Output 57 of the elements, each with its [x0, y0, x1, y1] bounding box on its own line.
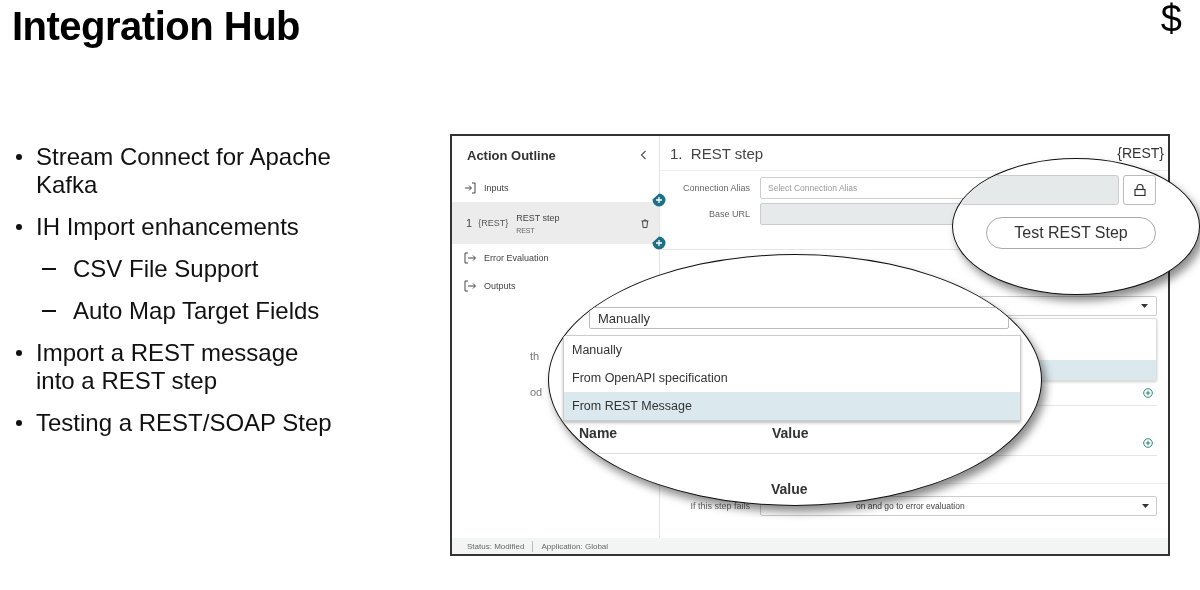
add-step-icon[interactable] — [652, 193, 666, 207]
lock-button[interactable] — [1123, 175, 1156, 205]
slide-title: Integration Hub — [12, 4, 301, 49]
bullet-text: Auto Map Target Fields — [73, 297, 320, 325]
dash-marker — [42, 310, 56, 312]
column-header: Value — [772, 425, 809, 441]
bullet-text: IH Import enhancements — [36, 213, 299, 241]
step-title: 1. REST step — [670, 144, 764, 162]
trash-icon[interactable] — [641, 218, 649, 228]
arrow-out-icon — [464, 252, 476, 264]
step-type-label: {REST} — [478, 218, 509, 228]
item-label: Error Evaluation — [484, 253, 549, 263]
step-number: 1 — [466, 217, 473, 229]
dropdown-option[interactable]: From REST Message — [564, 392, 1020, 420]
panel-title: Action Outline — [467, 147, 556, 163]
field-value: Manually — [598, 310, 651, 326]
arrow-out-icon — [464, 280, 476, 292]
field-label: Connection Alias — [681, 183, 750, 193]
dollar-symbol: $ — [1160, 0, 1182, 41]
placeholder-text: Select Connection Alias — [768, 183, 858, 193]
chevron-left-icon[interactable] — [640, 150, 647, 160]
bullet-marker — [16, 350, 22, 356]
caret-down-icon — [1141, 304, 1148, 308]
bullet-marker — [16, 154, 22, 160]
arrow-in-icon — [464, 182, 476, 194]
text-field[interactable] — [961, 175, 1119, 205]
lock-icon — [1133, 184, 1146, 196]
add-icon[interactable] — [1143, 438, 1153, 448]
column-header: Value — [771, 481, 808, 497]
bullet-text: CSV File Support — [73, 255, 259, 283]
bullet-text: Stream Connect for Apache Kafka — [36, 143, 331, 199]
column-header: Name — [579, 425, 618, 441]
status-text: Application: Global — [541, 541, 609, 551]
select-value: on and go to error evaluation — [856, 501, 965, 511]
item-label: Inputs — [484, 183, 509, 193]
bullet-marker — [16, 224, 22, 230]
caret-down-icon — [1142, 504, 1149, 508]
add-step-icon[interactable] — [652, 236, 666, 250]
step-name: REST step — [516, 212, 561, 223]
status-text: Status: Modified — [467, 541, 525, 551]
bullet-text: Testing a REST/SOAP Step — [36, 409, 332, 437]
field-label: th — [530, 350, 540, 362]
add-icon[interactable] — [1143, 388, 1153, 398]
import-method-field[interactable]: Manually — [589, 307, 1009, 329]
dropdown-option[interactable]: From OpenAPI specification — [564, 364, 1020, 392]
item-label: Outputs — [484, 281, 516, 291]
bullet-marker — [16, 420, 22, 426]
bullet-text: Import a REST message into a REST step — [36, 339, 299, 395]
field-label: If this step fails — [689, 501, 750, 511]
dropdown-option[interactable]: Manually — [564, 336, 1020, 364]
outline-item[interactable]: Inputs — [452, 174, 513, 202]
test-step-button[interactable]: Test REST Step — [986, 217, 1156, 249]
outline-item[interactable]: Outputs — [452, 272, 520, 300]
field-label: od — [530, 386, 543, 398]
field-label: Base URL — [707, 209, 750, 219]
step-type-label: {REST} — [1117, 145, 1164, 161]
dash-marker — [42, 268, 56, 270]
